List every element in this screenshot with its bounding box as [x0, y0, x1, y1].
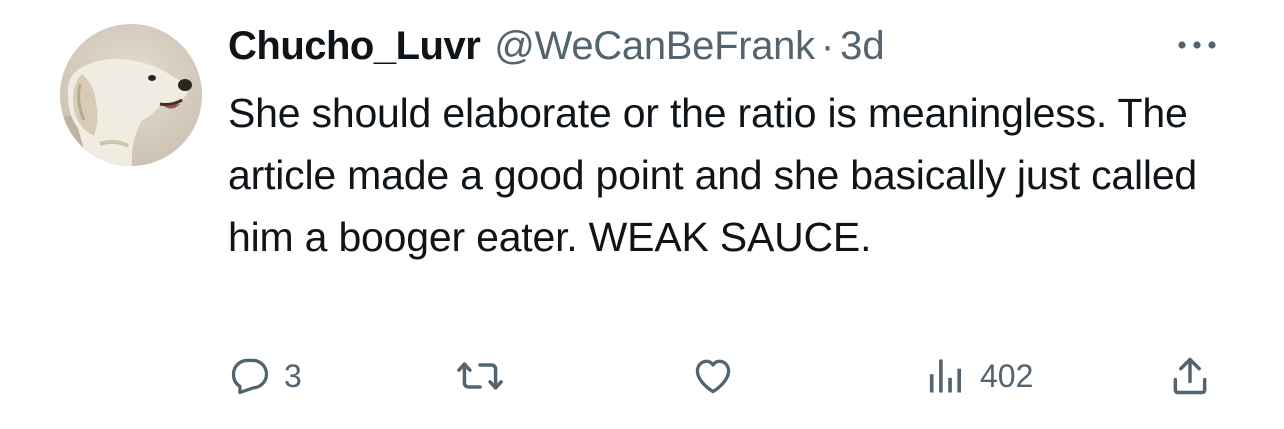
separator-dot: ·	[820, 24, 835, 68]
handle[interactable]: @WeCanBeFrank	[494, 20, 815, 72]
tweet-card[interactable]: Chucho_Luvr @WeCanBeFrank · 3d She shoul…	[0, 0, 1284, 429]
share-button[interactable]	[1168, 354, 1212, 398]
tweet-header: Chucho_Luvr @WeCanBeFrank · 3d	[228, 20, 885, 72]
views-button[interactable]: 402	[924, 354, 1033, 398]
tweet-text: She should elaborate or the ratio is mea…	[228, 90, 1198, 260]
views-count: 402	[980, 357, 1034, 394]
views-bar-chart-icon	[929, 359, 962, 393]
like-button[interactable]	[690, 354, 748, 398]
tweet-actions-bar: 3 402	[0, 340, 1284, 412]
heart-icon	[695, 359, 731, 394]
reply-count: 3	[284, 357, 302, 394]
avatar[interactable]	[60, 24, 202, 166]
more-options-button[interactable]	[1172, 30, 1222, 60]
more-horizontal-icon	[1178, 41, 1216, 49]
dog-avatar-image	[60, 24, 202, 166]
reply-button[interactable]: 3	[228, 354, 302, 398]
retweet-button[interactable]	[456, 354, 516, 398]
timestamp[interactable]: 3d	[840, 20, 885, 72]
reply-bubble-icon	[231, 358, 269, 395]
retweet-icon	[457, 362, 503, 390]
display-name[interactable]: Chucho_Luvr	[228, 20, 481, 72]
share-upload-icon	[1173, 357, 1207, 395]
